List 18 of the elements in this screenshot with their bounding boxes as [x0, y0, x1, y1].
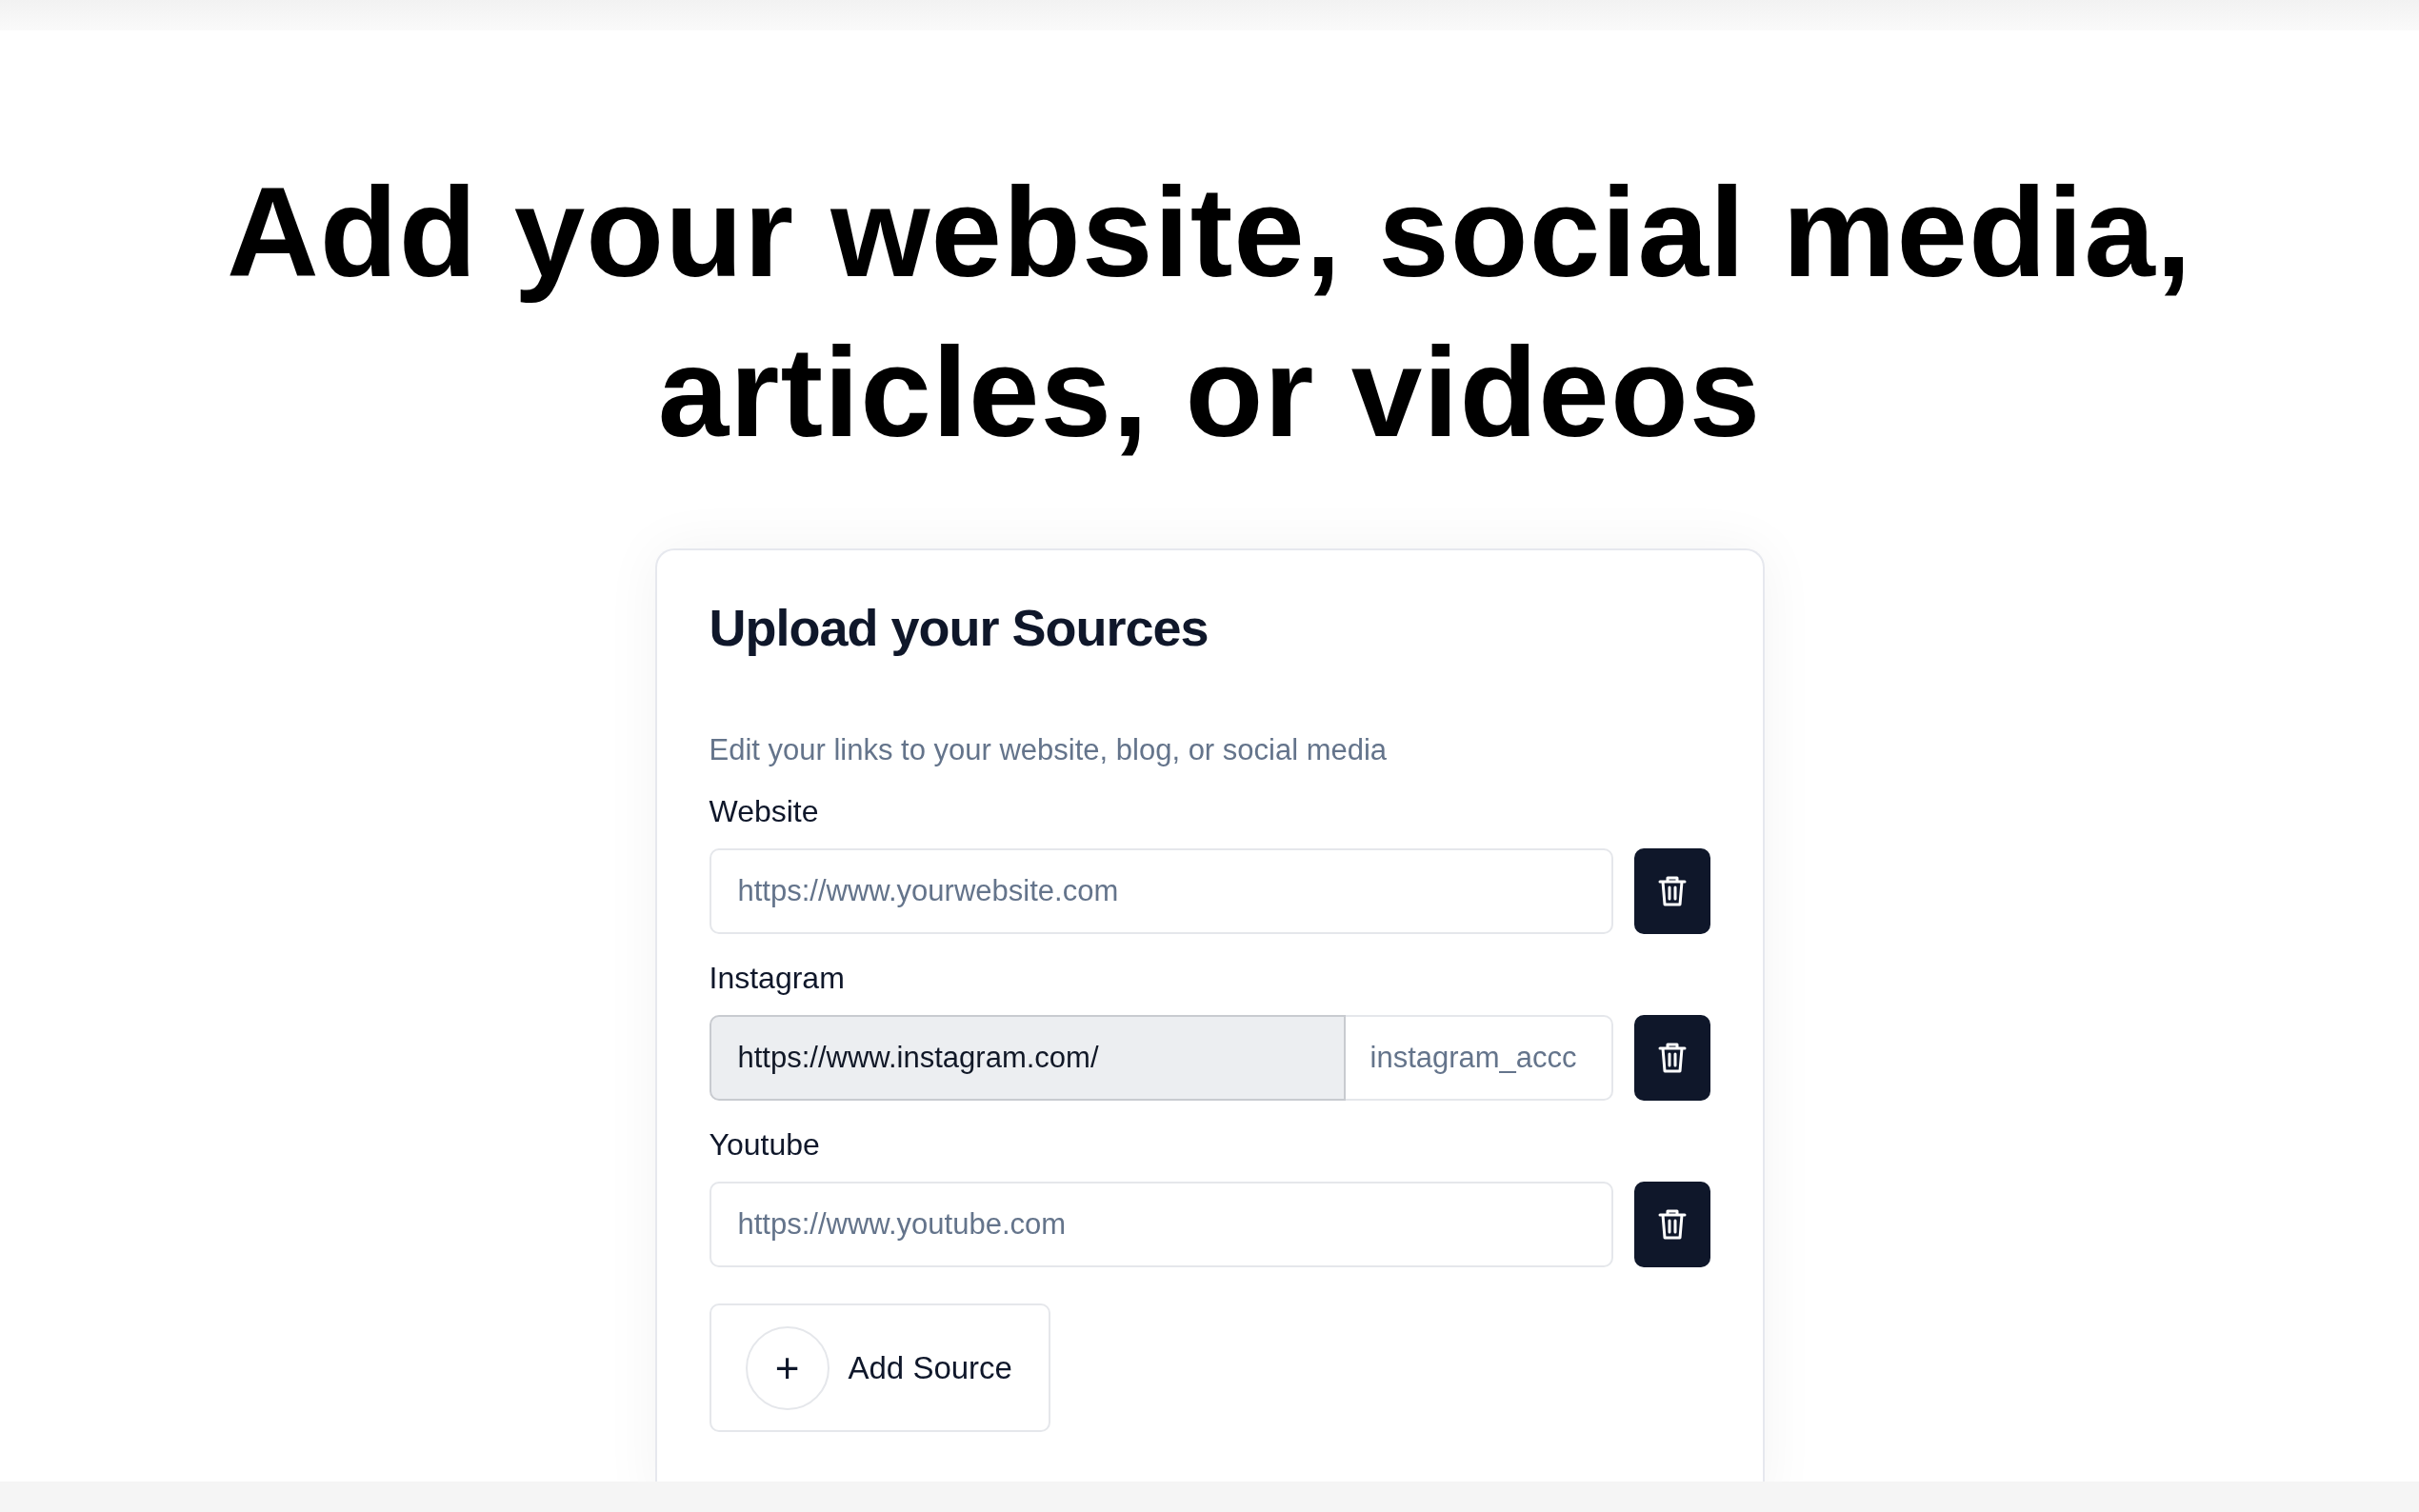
headline: Add your website, social media, articles, or videos	[226, 160, 2193, 465]
trash-icon	[1657, 1042, 1687, 1074]
field-label: Instagram	[709, 961, 846, 996]
trash-icon	[1657, 1208, 1687, 1241]
url-field[interactable]: https://www.youtube.com	[709, 1182, 1613, 1267]
url-prefix: https://www.instagram.com/	[709, 1015, 1346, 1101]
card-subtitle: Edit your links to your website, blog, or social media	[709, 733, 1389, 767]
account-field[interactable]: instagram_accc	[1345, 1015, 1613, 1101]
delete-button[interactable]	[1633, 1015, 1710, 1101]
card-title: Upload your Sources	[709, 598, 1210, 657]
add-source-button[interactable]: + Add Source	[709, 1303, 1050, 1432]
delete-button[interactable]	[1633, 1182, 1710, 1267]
field-label: Youtube	[709, 1127, 821, 1163]
plus-icon: +	[745, 1325, 830, 1410]
field-label: Website	[709, 794, 820, 829]
url-field[interactable]: https://www.yourwebsite.com	[709, 848, 1613, 934]
trash-icon	[1657, 875, 1687, 907]
delete-button[interactable]	[1633, 848, 1710, 934]
